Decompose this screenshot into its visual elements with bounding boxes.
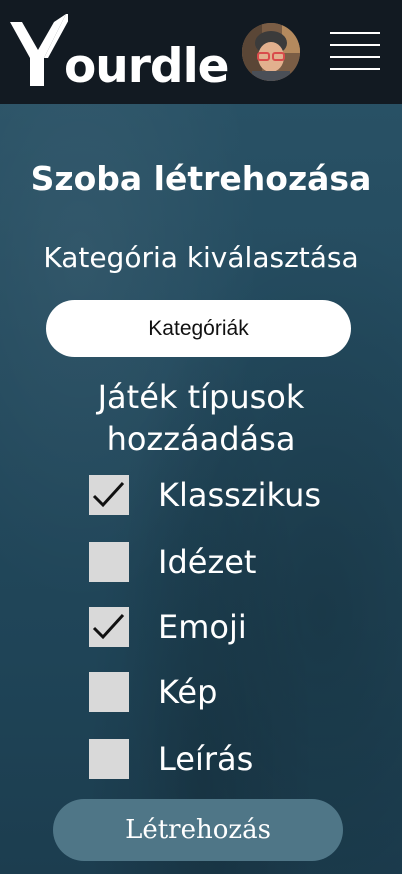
logo-wordmark: ourdle xyxy=(64,39,230,94)
checkbox-klasszikus[interactable] xyxy=(89,475,129,515)
hamburger-menu-button[interactable] xyxy=(330,32,380,72)
option-label: Idézet xyxy=(158,543,257,581)
checkmark-icon xyxy=(92,613,125,640)
category-section-label: Kategória kiválasztása xyxy=(43,241,359,274)
hamburger-menu-icon-line xyxy=(330,56,380,58)
yourdle-y-logo-icon xyxy=(10,14,68,86)
user-avatar[interactable] xyxy=(242,23,300,81)
option-label: Klasszikus xyxy=(158,476,322,514)
game-type-option-klasszikus[interactable]: Klasszikus xyxy=(89,474,349,516)
checkbox-leiras[interactable] xyxy=(89,739,129,779)
app-header: ourdle xyxy=(0,0,402,104)
game-type-option-emoji[interactable]: Emoji xyxy=(89,606,349,648)
checkmark-icon xyxy=(92,481,125,508)
checkbox-kep[interactable] xyxy=(89,672,129,712)
categories-button[interactable]: Kategóriák xyxy=(46,300,351,357)
checkbox-idezet[interactable] xyxy=(89,542,129,582)
game-types-label: Játék típusok hozzáadása xyxy=(0,376,402,460)
hamburger-menu-icon-line xyxy=(330,44,380,46)
page-title: Szoba létrehozása xyxy=(30,159,372,198)
avatar-image-icon xyxy=(242,23,300,81)
game-types-label-line1: Játék típusok xyxy=(97,378,305,416)
game-type-option-leiras[interactable]: Leírás xyxy=(89,738,349,780)
game-types-label-line2: hozzáadása xyxy=(106,420,296,458)
option-label: Leírás xyxy=(158,740,254,778)
hamburger-menu-icon xyxy=(330,32,380,34)
game-type-option-kep[interactable]: Kép xyxy=(89,671,349,713)
option-label: Emoji xyxy=(158,608,247,646)
checkbox-emoji[interactable] xyxy=(89,607,129,647)
create-room-button[interactable]: Létrehozás xyxy=(53,799,343,861)
game-type-option-idezet[interactable]: Idézet xyxy=(89,541,349,583)
option-label: Kép xyxy=(158,673,218,711)
yourdle-logo[interactable]: ourdle xyxy=(8,14,230,94)
hamburger-menu-icon-line xyxy=(330,68,380,70)
